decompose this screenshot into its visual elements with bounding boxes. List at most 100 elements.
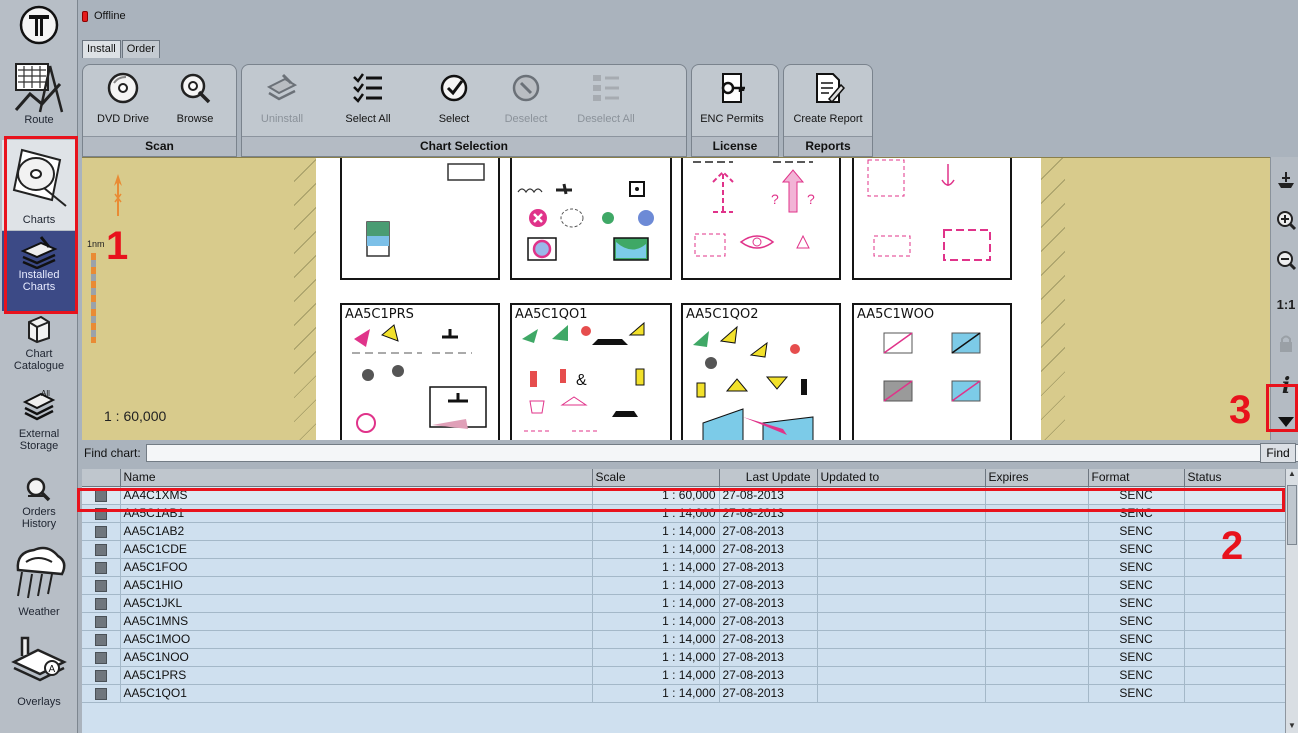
group-scan: DVD Drive Browse Scan [82, 64, 237, 157]
column-header-expires[interactable]: Expires [985, 469, 1089, 487]
row-checkbox-box[interactable] [95, 525, 107, 538]
zoom-in-button[interactable] [1273, 207, 1298, 233]
chart-cell[interactable] [510, 158, 672, 280]
callout-number-2: 2 [1221, 524, 1244, 568]
column-header-scale[interactable]: Scale [592, 469, 720, 487]
row-checkbox-box[interactable] [95, 561, 107, 574]
sidebar-label-external-storage: External Storage [18, 428, 60, 452]
cell-last-update: 27-08-2013 [719, 612, 818, 631]
column-header-format[interactable]: Format [1088, 469, 1185, 487]
row-checkbox [82, 594, 121, 613]
one-to-one-button[interactable]: 1:1 [1273, 291, 1298, 317]
chart-cell[interactable] [852, 158, 1012, 280]
chart-cell-aa5c1prs[interactable]: AA5C1PRS [340, 303, 500, 440]
table-row[interactable]: AA5C1AB2 1 : 14,000 27-08-2013 SENC [82, 522, 1286, 541]
cell-scale: 1 : 14,000 [592, 522, 720, 541]
chart-map-view[interactable]: ? ? AA5C1PRS AA5C1QO1 & AA5C1QO2 AA5C1WO… [82, 157, 1270, 440]
table-row[interactable]: AA5C1CDE 1 : 14,000 27-08-2013 SENC [82, 540, 1286, 559]
table-scrollbar[interactable]: ▲ ▼ [1285, 469, 1298, 733]
row-checkbox-box[interactable] [95, 615, 107, 628]
table-row[interactable]: AA5C1PRS 1 : 14,000 27-08-2013 SENC [82, 666, 1286, 685]
callout-number-1: 1 [106, 224, 129, 268]
row-checkbox-box[interactable] [95, 687, 107, 700]
cell-last-update: 27-08-2013 [719, 684, 818, 703]
table-row[interactable]: AA5C1MNS 1 : 14,000 27-08-2013 SENC [82, 612, 1286, 631]
row-checkbox [82, 684, 121, 703]
column-header-last-update[interactable]: Last Update [719, 469, 818, 487]
table-row[interactable]: AA5C1QO1 1 : 14,000 27-08-2013 SENC [82, 684, 1286, 703]
sidebar-label-orders-history: Orders History [21, 506, 57, 530]
uninstall-label: Uninstall [260, 113, 304, 125]
tab-order[interactable]: Order [121, 40, 160, 58]
deselect-all-icon [593, 75, 619, 101]
sidebar-item-orders-history[interactable]: Orders History [2, 476, 76, 538]
sidebar-item-overlays[interactable]: A Overlays [2, 628, 76, 712]
row-checkbox-box[interactable] [95, 651, 107, 664]
column-header-status[interactable]: Status [1184, 469, 1286, 487]
chart-cell-aa5c1qo1[interactable]: AA5C1QO1 & [510, 303, 672, 440]
row-checkbox-box[interactable] [95, 633, 107, 646]
cell-format: SENC [1088, 666, 1185, 685]
cell-updated-to [817, 522, 986, 541]
zoom-out-button[interactable] [1273, 247, 1298, 273]
sidebar-item-chart-catalogue[interactable]: Chart Catalogue [2, 312, 76, 382]
lock-icon [1280, 335, 1292, 352]
chart-cell-aa5c1woo[interactable]: AA5C1WOO [852, 303, 1012, 440]
cell-last-update: 27-08-2013 [719, 666, 818, 685]
table-row[interactable]: AA5C1FOO 1 : 14,000 27-08-2013 SENC [82, 558, 1286, 577]
chart-cell[interactable]: ? ? [681, 158, 841, 280]
weather-icon [16, 546, 66, 599]
cell-scale: 1 : 14,000 [592, 612, 720, 631]
cell-name: AA5C1HIO [120, 576, 593, 595]
table-row[interactable]: AA5C1NOO 1 : 14,000 27-08-2013 SENC [82, 648, 1286, 667]
status-led-icon [82, 10, 88, 22]
tab-install[interactable]: Install [82, 40, 121, 58]
table-body: AA4C1XMS 1 : 60,000 27-08-2013 SENC AA5C1AB1… [82, 486, 1286, 703]
zoom-in-icon [1277, 211, 1297, 231]
svg-text:&: & [576, 372, 587, 389]
find-chart-bar: Find chart: Find [82, 442, 1298, 464]
row-checkbox-box[interactable] [95, 579, 107, 592]
scrollbar-thumb[interactable] [1287, 485, 1297, 545]
scroll-down-icon[interactable]: ▼ [1286, 721, 1298, 733]
create-report-icon [816, 73, 845, 104]
deselect-icon [512, 74, 540, 102]
scale-bar-unit: 1nm [87, 239, 105, 249]
cell-last-update: 27-08-2013 [719, 558, 818, 577]
ship-icon [1278, 172, 1294, 188]
find-chart-input[interactable] [146, 444, 1298, 462]
scroll-up-icon[interactable]: ▲ [1286, 469, 1298, 481]
cell-expires [985, 612, 1089, 631]
lock-button[interactable] [1273, 331, 1298, 357]
table-row[interactable]: AA5C1JKL 1 : 14,000 27-08-2013 SENC [82, 594, 1286, 613]
dvd-drive-label: DVD Drive [97, 113, 149, 125]
tab-bar: Install Order [82, 40, 161, 58]
chart-cell[interactable] [340, 158, 500, 280]
group-title-chart-selection: Chart Selection [242, 136, 686, 156]
external-storage-icon: All [22, 389, 56, 421]
table-row[interactable]: AA5C1MOO 1 : 14,000 27-08-2013 SENC [82, 630, 1286, 649]
column-header-name[interactable]: Name [120, 469, 593, 487]
own-ship-button[interactable] [1273, 167, 1298, 193]
sidebar-item-external-storage[interactable]: All External Storage [2, 388, 76, 460]
sidebar-item-route[interactable]: Route [2, 58, 76, 134]
cell-expires [985, 576, 1089, 595]
column-header-updated-to[interactable]: Updated to [817, 469, 986, 487]
column-header-checkbox[interactable] [82, 469, 121, 487]
cell-name: AA5C1MNS [120, 612, 593, 631]
find-button[interactable]: Find [1260, 443, 1296, 463]
sidebar-item-weather[interactable]: Weather [2, 540, 76, 624]
cell-expires [985, 540, 1089, 559]
row-checkbox-box[interactable] [95, 669, 107, 682]
row-checkbox-box[interactable] [95, 597, 107, 610]
browse-icon [180, 73, 211, 104]
table-row[interactable]: AA5C1HIO 1 : 14,000 27-08-2013 SENC [82, 576, 1286, 595]
svg-text:All: All [41, 389, 50, 398]
cell-scale: 1 : 14,000 [592, 594, 720, 613]
sidebar-label-route: Route [24, 114, 54, 126]
cell-name: AA5C1JKL [120, 594, 593, 613]
cell-format: SENC [1088, 594, 1185, 613]
row-checkbox [82, 558, 121, 577]
row-checkbox-box[interactable] [95, 543, 107, 556]
chart-cell-aa5c1qo2[interactable]: AA5C1QO2 [681, 303, 841, 440]
